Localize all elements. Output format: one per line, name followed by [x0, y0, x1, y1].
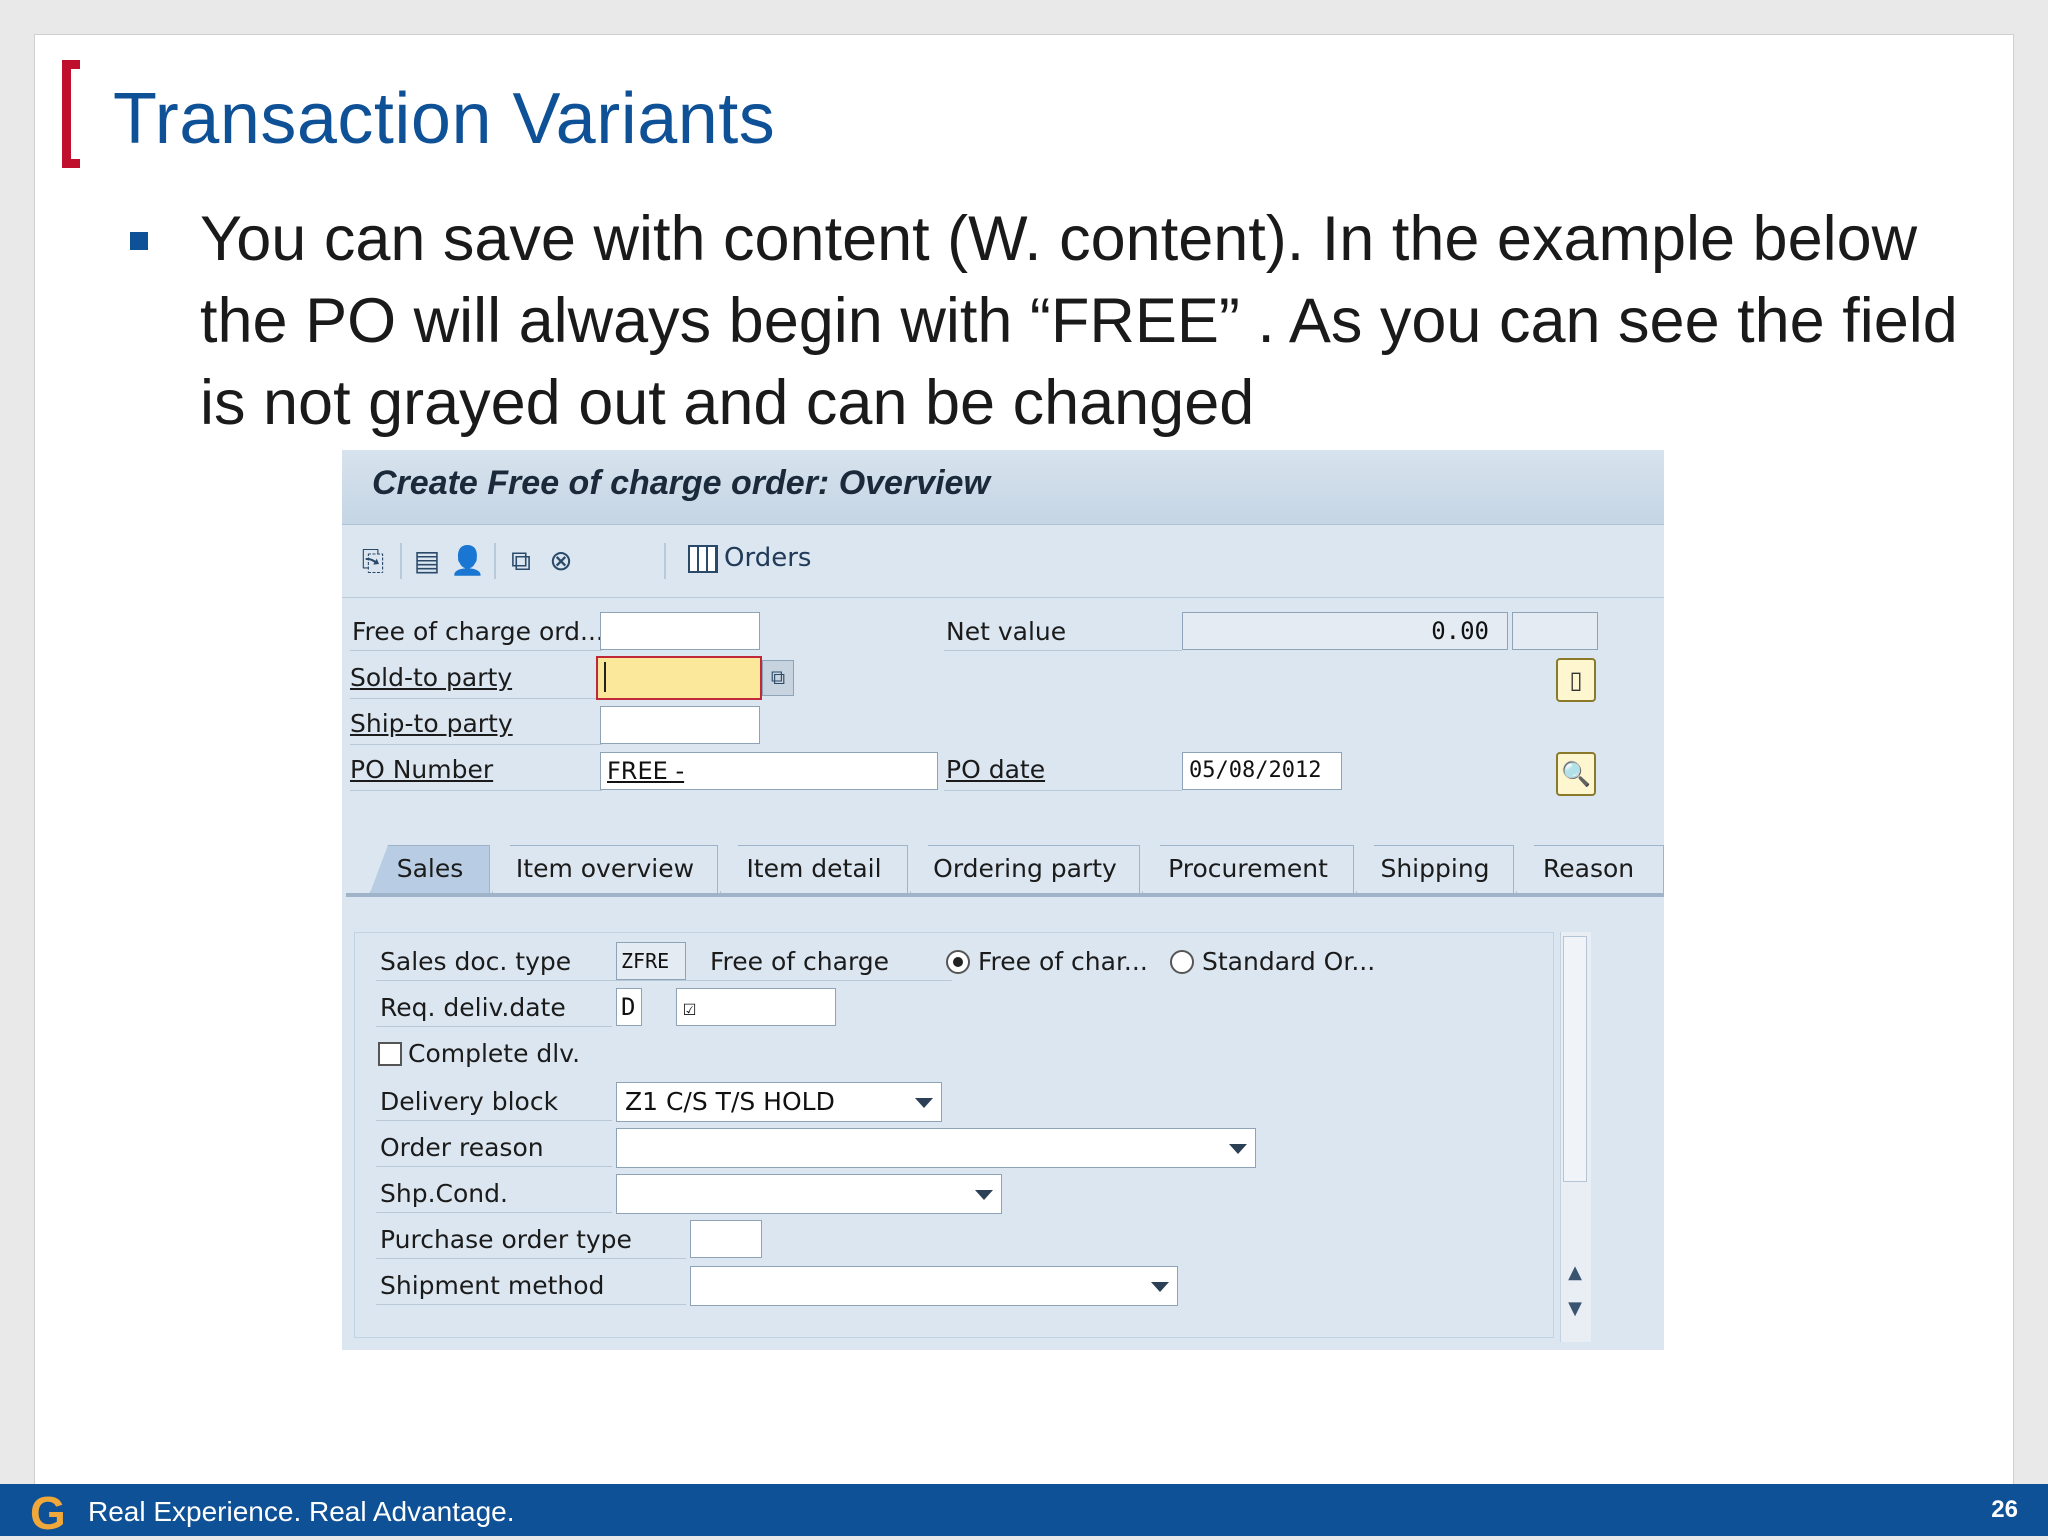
orders-button[interactable]: Orders — [688, 543, 811, 579]
tab-item-detail[interactable]: Item detail — [720, 845, 908, 893]
business-partner-icon[interactable]: 👤 — [450, 545, 485, 577]
table-grid-icon — [688, 544, 718, 573]
orders-label: Orders — [724, 543, 812, 573]
toolbar-separator — [400, 543, 402, 579]
scroll-down-icon[interactable]: ▼ — [1565, 1298, 1585, 1319]
label-underline — [376, 1258, 686, 1259]
page-number: 26 — [1991, 1496, 2018, 1523]
edit-check-icon: ☑ — [683, 996, 697, 1021]
label-underline — [350, 698, 602, 699]
footer-tagline: Real Experience. Real Advantage. — [88, 1496, 515, 1527]
toolbar-separator — [494, 543, 496, 579]
free-of-charge-order-field[interactable] — [600, 612, 760, 650]
tab-procurement[interactable]: Procurement — [1142, 845, 1354, 893]
panel-scrollbar[interactable]: ▲ ▼ — [1560, 932, 1591, 1342]
label-underline — [376, 1026, 612, 1027]
delivery-block-label: Delivery block — [380, 1087, 559, 1116]
delivery-block-dropdown[interactable]: Z1 C/S T/S HOLD — [616, 1082, 942, 1122]
label-underline — [376, 1212, 612, 1213]
shipping-conditions-dropdown[interactable] — [616, 1174, 1002, 1214]
radio-standard-order[interactable] — [1170, 950, 1194, 974]
shipping-conditions-label: Shp.Cond. — [380, 1179, 508, 1208]
chevron-down-icon — [1151, 1282, 1169, 1292]
purchase-order-type-field[interactable] — [690, 1220, 762, 1258]
tab-shipping[interactable]: Shipping — [1356, 845, 1514, 893]
bullet-marker — [130, 232, 148, 250]
sap-title-bar: Create Free of charge order: Overview — [342, 450, 1664, 525]
label-underline — [376, 980, 952, 981]
document-icon[interactable]: ▯ — [1556, 658, 1596, 702]
currency-field — [1512, 612, 1598, 650]
shipment-method-label: Shipment method — [380, 1271, 605, 1300]
tab-sales[interactable]: Sales — [370, 845, 490, 893]
complete-delivery-checkbox[interactable] — [378, 1042, 402, 1066]
complete-delivery-label: Complete dlv. — [408, 1039, 581, 1068]
sales-doc-type-description: Free of charge — [710, 947, 890, 976]
reject-icon[interactable]: ⊗ — [544, 545, 578, 577]
po-date-label[interactable]: PO date — [946, 752, 1045, 788]
tab-reason-for[interactable]: Reason fo — [1516, 845, 1664, 893]
scroll-up-icon[interactable]: ▲ — [1565, 1262, 1585, 1283]
sap-window: Create Free of charge order: Overview ⎘ … — [342, 450, 1664, 1350]
shipment-method-dropdown[interactable] — [690, 1266, 1178, 1306]
label-underline — [376, 1166, 612, 1167]
chevron-down-icon — [975, 1190, 993, 1200]
radio-standard-order-label[interactable]: Standard Or... — [1202, 944, 1375, 980]
req-deliv-unit-field[interactable]: D — [616, 988, 642, 1026]
purchase-order-type-label: Purchase order type — [380, 1225, 632, 1254]
scrollbar-thumb[interactable] — [1563, 936, 1587, 1182]
po-number-label[interactable]: PO Number — [350, 752, 493, 788]
label-underline — [944, 790, 1182, 791]
radio-free-of-charge[interactable] — [946, 950, 970, 974]
multiple-selection-icon[interactable]: ⧉ — [762, 660, 794, 696]
slide-footer: G Real Experience. Real Advantage. 26 — [0, 1484, 2048, 1539]
net-value-label: Net value — [946, 617, 1067, 646]
free-of-charge-order-label: Free of charge ord... — [352, 617, 604, 646]
label-underline — [944, 650, 1182, 651]
label-underline — [350, 650, 602, 651]
label-underline — [376, 1304, 686, 1305]
copy-document-icon[interactable]: ⧉ — [504, 545, 538, 577]
req-deliv-date-label: Req. deliv.date — [380, 993, 566, 1022]
sap-window-title: Create Free of charge order: Overview — [372, 464, 990, 502]
bullet-text: You can save with content (W. content). … — [200, 204, 1958, 438]
tab-ordering-party[interactable]: Ordering party — [910, 845, 1140, 893]
po-number-field[interactable]: FREE - — [600, 752, 938, 790]
ship-to-party-field[interactable] — [600, 706, 760, 744]
sold-to-party-label[interactable]: Sold-to party — [350, 660, 512, 696]
company-logo: G — [30, 1487, 66, 1539]
po-date-field[interactable]: 05/08/2012 — [1182, 752, 1342, 790]
search-document-icon[interactable]: 🔍 — [1556, 752, 1596, 796]
sap-toolbar: ⎘ ▤ 👤 ⧉ ⊗ Orders — [342, 525, 1664, 598]
sales-doc-type-label: Sales doc. type — [380, 947, 572, 976]
net-value-field: 0.00 — [1182, 612, 1508, 650]
order-reason-label: Order reason — [380, 1133, 544, 1162]
sold-to-party-field[interactable] — [596, 656, 762, 700]
radio-free-of-charge-label[interactable]: Free of char... — [978, 944, 1148, 980]
label-underline — [350, 744, 602, 745]
slide-title: Transaction Variants — [113, 79, 776, 159]
req-deliv-date-field[interactable]: ☑ — [676, 988, 836, 1026]
tab-strip: Sales Item overview Item detail Ordering… — [346, 845, 1664, 895]
ship-to-party-label[interactable]: Ship-to party — [350, 706, 513, 742]
chevron-down-icon — [915, 1098, 933, 1108]
tab-item-overview[interactable]: Item overview — [492, 845, 718, 893]
sales-doc-type-field: ZFRE — [616, 942, 686, 980]
label-underline — [350, 790, 602, 791]
tab-baseline — [346, 893, 1664, 897]
label-underline — [376, 1120, 612, 1121]
chevron-down-icon — [1229, 1144, 1247, 1154]
display-header-icon[interactable]: ▤ — [410, 545, 444, 577]
toolbar-separator — [664, 543, 666, 579]
create-document-icon[interactable]: ⎘ — [356, 545, 390, 577]
order-reason-dropdown[interactable] — [616, 1128, 1256, 1168]
title-bracket — [62, 60, 80, 168]
